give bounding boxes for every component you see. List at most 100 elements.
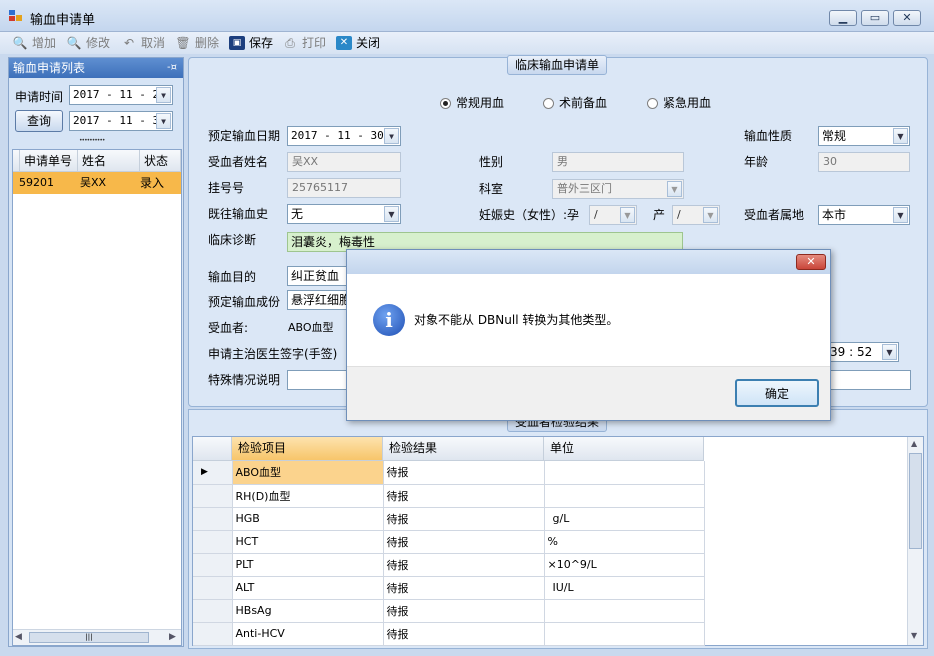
- chevron-down-icon[interactable]: ▼: [893, 128, 908, 144]
- result-unit: [544, 599, 705, 623]
- table-row[interactable]: PLT 待报 ×10^9/L: [193, 553, 705, 577]
- add-label: 增加: [32, 36, 57, 50]
- chevron-down-icon[interactable]: ▼: [882, 344, 897, 360]
- result-value: 待报: [383, 599, 545, 623]
- chevron-down-icon[interactable]: ▼: [620, 207, 635, 223]
- save-button[interactable]: ▣ 保存: [229, 35, 273, 51]
- col-header-status[interactable]: 状态: [140, 150, 181, 172]
- chevron-down-icon[interactable]: ▼: [156, 113, 171, 129]
- undo-icon: ↶: [123, 36, 135, 50]
- result-unit: g/L: [544, 507, 705, 531]
- close-window-button[interactable]: ✕ 关闭: [336, 35, 380, 51]
- chevron-down-icon[interactable]: ▼: [893, 207, 908, 223]
- nature-select[interactable]: 常规 ▼: [818, 126, 910, 146]
- result-item: HCT: [232, 530, 384, 554]
- maximize-icon[interactable]: ▭: [861, 10, 889, 26]
- result-unit: [544, 461, 705, 485]
- chevron-down-icon[interactable]: ▼: [703, 207, 718, 223]
- radio-off-icon: [647, 98, 658, 109]
- reg-no-field[interactable]: 25765117: [287, 178, 401, 198]
- abo-label: ABO血型: [288, 321, 334, 334]
- edit-button[interactable]: 🔍 修改: [66, 35, 111, 51]
- patient-name-field[interactable]: 吴XX: [287, 152, 401, 172]
- dialog-close-icon[interactable]: ✕: [796, 254, 826, 270]
- table-row[interactable]: ALT 待报 IU/L: [193, 576, 705, 600]
- table-row[interactable]: HCT 待报%: [193, 530, 705, 554]
- col-header-name[interactable]: 姓名: [78, 150, 140, 172]
- dept-label: 科室: [479, 182, 504, 196]
- reg-no-label: 挂号号: [208, 181, 245, 195]
- scroll-right-icon[interactable]: ▶: [169, 632, 176, 642]
- row-indicator: [193, 507, 233, 531]
- origin-label: 受血者属地: [744, 208, 805, 222]
- scroll-up-icon[interactable]: ▲: [911, 439, 917, 448]
- radio-preop[interactable]: 术前备血: [543, 93, 643, 113]
- form-group-title-text: 临床输血申请单: [514, 58, 599, 72]
- add-button[interactable]: 🔍 增加: [12, 35, 57, 51]
- planned-date-picker[interactable]: 2017 - 11 - 30 ▼: [287, 126, 401, 146]
- result-unit: %: [544, 530, 705, 554]
- minimize-icon[interactable]: ▁: [829, 10, 857, 26]
- horizontal-scrollbar[interactable]: ◀ ||| ▶: [13, 629, 181, 645]
- scroll-down-icon[interactable]: ▼: [911, 631, 917, 640]
- results-grid: 检验项目 检验结果 单位 ▶ ABO血型 待报 RH(D)血型 待报 HGB 待报 g/L…: [192, 436, 924, 646]
- table-row[interactable]: 59201 吴XX 录入: [13, 172, 181, 194]
- origin-value: 本市: [822, 208, 847, 222]
- radio-emergency[interactable]: 紧急用血: [647, 93, 747, 113]
- window-title: 输血申请单: [30, 13, 96, 28]
- delete-button[interactable]: 🗑 删除: [175, 35, 219, 51]
- close-window-icon: ✕: [336, 36, 352, 50]
- results-col-result[interactable]: 检验结果: [383, 437, 544, 461]
- radio-preop-label: 术前备血: [559, 96, 608, 110]
- date-from-picker[interactable]: 2017 - 11 - 23 ▼: [69, 85, 173, 105]
- birth-select[interactable]: / ▼: [672, 205, 720, 225]
- patient-name-label: 受血者姓名: [208, 155, 269, 169]
- scroll-thumb[interactable]: |||: [29, 632, 149, 643]
- table-row[interactable]: HBsAg 待报: [193, 599, 705, 623]
- error-dialog: ✕ i 对象不能从 DBNull 转换为其他类型。 确定: [346, 249, 831, 421]
- splitter[interactable]: ••••••••••: [79, 137, 105, 144]
- age-label: 年龄: [744, 155, 769, 169]
- close-icon[interactable]: ✕: [893, 10, 921, 26]
- gender-field[interactable]: 男: [552, 152, 684, 172]
- ok-button[interactable]: 确定: [735, 379, 819, 407]
- chevron-down-icon[interactable]: ▼: [667, 181, 682, 197]
- history-select[interactable]: 无 ▼: [287, 204, 401, 224]
- scroll-left-icon[interactable]: ◀: [15, 632, 22, 642]
- ok-label: 确定: [764, 387, 789, 401]
- result-unit: [544, 622, 705, 646]
- magnifier-edit-icon: 🔍: [66, 36, 82, 50]
- date-to-picker[interactable]: 2017 - 11 - 30 ▼: [69, 111, 173, 131]
- print-button[interactable]: ⎙ 打印: [282, 35, 326, 51]
- result-unit: [544, 484, 705, 508]
- dept-select[interactable]: 普外三区门 ▼: [552, 179, 684, 199]
- table-row[interactable]: ▶ ABO血型 待报: [193, 461, 705, 485]
- age-field[interactable]: 30: [818, 152, 910, 172]
- table-row[interactable]: HGB 待报 g/L: [193, 507, 705, 531]
- row-indicator: [193, 622, 233, 646]
- table-row[interactable]: RH(D)血型 待报: [193, 484, 705, 508]
- cancel-button[interactable]: ↶ 取消: [121, 35, 165, 51]
- chevron-down-icon[interactable]: ▼: [156, 87, 171, 103]
- pin-icon[interactable]: -¤: [167, 60, 177, 76]
- scroll-thumb[interactable]: [909, 453, 922, 549]
- radio-routine[interactable]: 常规用血: [440, 93, 540, 113]
- query-button[interactable]: 查询: [15, 110, 63, 132]
- gender-label: 性别: [479, 155, 504, 169]
- origin-select[interactable]: 本市 ▼: [818, 205, 910, 225]
- col-header-id[interactable]: 申请单号: [20, 150, 78, 172]
- planned-date-label: 预定输血日期: [208, 129, 281, 143]
- chevron-down-icon[interactable]: ▼: [384, 128, 399, 144]
- row-indicator: [193, 576, 233, 600]
- vertical-scrollbar[interactable]: ▲ ▼: [907, 437, 923, 645]
- result-value: 待报: [383, 507, 545, 531]
- dialog-message: 对象不能从 DBNull 转换为其他类型。: [414, 313, 619, 327]
- results-col-unit[interactable]: 单位: [544, 437, 704, 461]
- result-value: 待报: [383, 576, 545, 600]
- delete-label: 删除: [195, 36, 220, 50]
- results-col-item[interactable]: 检验项目: [232, 437, 383, 461]
- table-row[interactable]: Anti-HCV 待报: [193, 622, 705, 646]
- pregnancy-select[interactable]: / ▼: [589, 205, 637, 225]
- date-to-value: 2017 - 11 - 30: [73, 114, 166, 127]
- chevron-down-icon[interactable]: ▼: [384, 206, 399, 222]
